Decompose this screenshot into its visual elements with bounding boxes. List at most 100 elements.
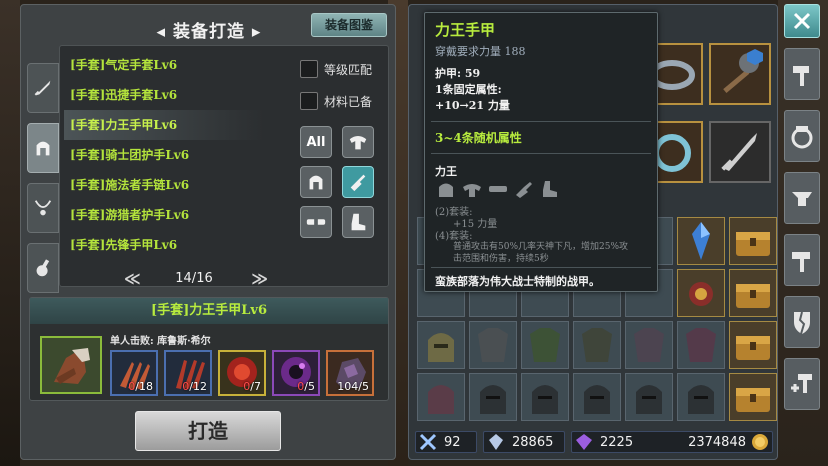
tooltip-description: 蛮族部落为伟大战士特制的战甲。 (435, 275, 600, 288)
materials-ready-option[interactable]: 材料已备 (300, 90, 372, 112)
inventory-cell[interactable] (521, 321, 569, 369)
tooltip-set-name: 力王 (435, 165, 457, 178)
inventory-cell[interactable] (417, 321, 465, 369)
recipe-item[interactable]: [手套]先锋手甲Lv6 (64, 230, 264, 260)
inventory-cell[interactable] (573, 321, 621, 369)
side-craft-button[interactable] (784, 234, 820, 286)
blue-crystal-icon (692, 222, 710, 260)
tab-consumable[interactable] (27, 243, 59, 293)
material-slot[interactable]: 104/5 (326, 350, 374, 396)
recipe-item[interactable]: [手套]施法者手链Lv6 (64, 170, 264, 200)
tooltip-requirement: 穿戴要求力量 188 (435, 45, 526, 58)
tab-armor[interactable] (27, 123, 59, 173)
crossed-swords-icon (419, 433, 437, 451)
inventory-cell[interactable] (677, 269, 725, 317)
material-slot[interactable]: 0/7 (218, 350, 266, 396)
forge-button[interactable]: 打造 (135, 411, 281, 451)
tooltip-random-attr: 3~4条随机属性 (435, 131, 522, 145)
helmet-icon (532, 385, 558, 414)
tooltip-divider (431, 121, 651, 122)
prev-page-button[interactable]: ≪ (124, 269, 141, 288)
craft-panel: ◂ 装备打造 ▸ 装备图鉴 [手套]气定手套Lv6 [手套]迅捷手套Lv6 [手… (20, 4, 396, 460)
boots-icon (543, 181, 557, 197)
side-enhance-button[interactable] (784, 172, 820, 224)
side-upgrade-button[interactable] (784, 110, 820, 162)
close-button[interactable] (784, 4, 820, 38)
craft-title-text: 装备打造 (173, 22, 245, 42)
result-item-slot[interactable] (40, 336, 102, 394)
inventory-cell[interactable] (625, 321, 673, 369)
inventory-cell[interactable] (417, 373, 465, 421)
shoulder-armor-icon (463, 184, 481, 197)
sword-icon (721, 133, 757, 171)
item-tooltip: 力王手甲 穿戴要求力量 188 护甲: 59 1条固定属性: +10→21 力量… (424, 12, 658, 292)
filter-boots-button[interactable] (342, 206, 374, 238)
material-slot[interactable]: 0/12 (164, 350, 212, 396)
crystal-display: 28865 (483, 431, 565, 453)
tooltip-divider (431, 153, 651, 154)
level-match-label: 等级匹配 (324, 62, 373, 77)
inventory-cell[interactable] (729, 269, 777, 317)
level-match-option[interactable]: 等级匹配 (300, 58, 372, 80)
recipe-item-selected[interactable]: [手套]力王手甲Lv6 (64, 110, 264, 140)
recipe-item[interactable]: [手套]气定手套Lv6 (64, 50, 264, 80)
side-salvage-button[interactable] (784, 296, 820, 348)
material-slot[interactable]: 0/18 (110, 350, 158, 396)
tooltip-set-pieces (435, 179, 565, 199)
necklace-icon (34, 200, 52, 216)
recipe-detail: [手套]力王手甲Lv6 单人击败: 库鲁斯·希尔 0/18 0/12 0/7 0… (29, 297, 389, 401)
side-add-button[interactable] (784, 358, 820, 410)
materials-ready-checkbox[interactable] (300, 92, 318, 110)
crystal-icon (489, 434, 503, 450)
tooltip-item-name: 力王手甲 (435, 21, 496, 39)
chest-armor-icon (582, 328, 612, 362)
boots-icon (351, 213, 366, 231)
equip-slot-offhand[interactable] (709, 121, 771, 183)
level-match-checkbox[interactable] (300, 60, 318, 78)
inventory-cell[interactable] (625, 373, 673, 421)
inventory-cell[interactable] (729, 373, 777, 421)
inventory-cell[interactable] (729, 321, 777, 369)
recipe-item[interactable]: [手套]游猎者护手Lv6 (64, 200, 264, 230)
material-count: 0/18 (128, 380, 153, 393)
helmet-icon (480, 385, 506, 414)
inventory-cell[interactable] (469, 373, 517, 421)
purple-gem-icon (576, 434, 592, 450)
equipment-codex-button[interactable]: 装备图鉴 (311, 13, 387, 37)
side-forge-button[interactable] (784, 48, 820, 100)
chest-armor-icon (634, 328, 664, 362)
filter-helmet-button[interactable] (300, 166, 332, 198)
category-tabs (27, 63, 59, 303)
tab-accessory[interactable] (27, 183, 59, 233)
inventory-cell[interactable] (469, 321, 517, 369)
close-icon (793, 12, 811, 30)
currency-bar: 92 28865 2225 2374848 (415, 431, 773, 455)
inventory-cell[interactable] (677, 373, 725, 421)
inventory-cell[interactable] (573, 373, 621, 421)
filter-belt-button[interactable] (300, 206, 332, 238)
material-slot[interactable]: 0/5 (272, 350, 320, 396)
tooltip-fixed-attr-value: +10→21 力量 (435, 99, 510, 112)
inventory-cell[interactable] (677, 217, 725, 265)
recipe-item[interactable]: [手套]骑士团护手Lv6 (64, 140, 264, 170)
filter-all-button[interactable]: All (300, 126, 332, 158)
equip-slot-weapon[interactable] (709, 43, 771, 105)
helmet-icon (428, 333, 454, 362)
page-indicator: 14/16 (175, 270, 213, 286)
inventory-cell[interactable] (677, 321, 725, 369)
gauntlet-icon (350, 174, 366, 192)
filter-shoulder-button[interactable] (342, 126, 374, 158)
inventory-cell[interactable] (729, 217, 777, 265)
helmet-icon (584, 385, 610, 414)
filter-gloves-button[interactable] (342, 166, 374, 198)
hammer-icon (792, 252, 810, 272)
inventory-cell[interactable] (521, 373, 569, 421)
recipe-item[interactable]: [手套]迅捷手套Lv6 (64, 80, 264, 110)
gold-value: 2374848 (688, 434, 746, 450)
tab-weapon[interactable] (27, 63, 59, 113)
next-page-button[interactable]: ≫ (251, 269, 268, 288)
tooltip-divider (431, 267, 651, 268)
amulet-icon (689, 282, 713, 306)
chest-armor-icon (478, 328, 508, 362)
broken-shield-icon (794, 311, 810, 335)
